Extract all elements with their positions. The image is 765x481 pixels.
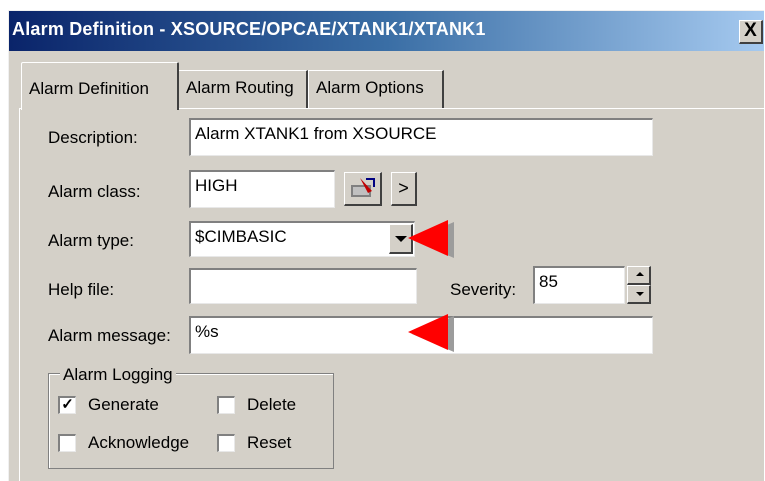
acknowledge-checkbox[interactable] xyxy=(58,434,76,452)
delete-label: Delete xyxy=(247,395,297,414)
spin-down-icon xyxy=(636,292,644,296)
acknowledge-label: Acknowledge xyxy=(88,433,190,452)
severity-label: Severity: xyxy=(450,280,517,299)
generate-label: Generate xyxy=(88,395,159,414)
alarm-logging-legend: Alarm Logging xyxy=(60,365,176,385)
reset-label: Reset xyxy=(247,433,292,452)
alarm-class-label: Alarm class: xyxy=(48,182,141,201)
delete-checkbox[interactable] xyxy=(217,396,235,414)
annotation-arrow-icon xyxy=(408,314,454,352)
chevron-right-icon: > xyxy=(398,178,409,198)
alarm-message-label: Alarm message: xyxy=(48,326,171,345)
help-file-field[interactable] xyxy=(189,268,417,304)
alarm-type-label: Alarm type: xyxy=(48,231,134,250)
alarm-class-editor-button[interactable] xyxy=(344,172,382,206)
alarm-logging-group xyxy=(48,373,334,469)
description-field[interactable]: Alarm XTANK1 from XSOURCE xyxy=(189,118,653,156)
generate-checkbox[interactable]: ✓ xyxy=(58,396,76,414)
severity-spin-up-button[interactable] xyxy=(627,266,651,285)
severity-spin-down-button[interactable] xyxy=(627,285,651,304)
reset-checkbox[interactable] xyxy=(217,434,235,452)
spin-up-icon xyxy=(636,272,644,276)
alarm-type-select[interactable]: $CIMBASIC xyxy=(189,221,415,257)
alarm-class-editor-icon xyxy=(350,178,375,197)
annotation-arrow-icon xyxy=(408,220,454,258)
alarm-class-browse-button[interactable]: > xyxy=(391,172,417,206)
alarm-class-field[interactable]: HIGH xyxy=(189,170,335,208)
severity-field[interactable]: 85 xyxy=(533,266,625,304)
description-label: Description: xyxy=(48,128,138,147)
chevron-down-icon xyxy=(395,236,407,242)
help-file-label: Help file: xyxy=(48,280,115,299)
